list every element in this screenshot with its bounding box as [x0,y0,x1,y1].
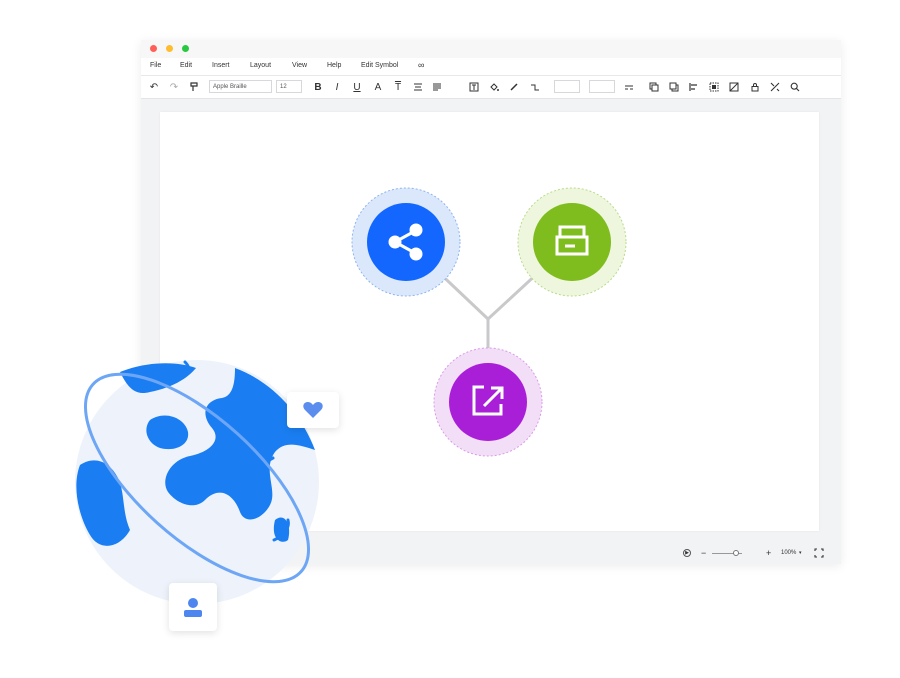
back-icon[interactable] [668,81,680,93]
link-icon[interactable]: ∞ [418,60,424,70]
align-left-icon[interactable] [688,81,700,93]
menu-bar: File Edit Insert Layout View Help Edit S… [141,58,841,76]
text-style-icon[interactable]: T [392,81,404,93]
group-icon[interactable] [708,81,720,93]
font-size-select[interactable]: 12 [276,80,302,93]
heart-card[interactable] [287,392,339,428]
font-color-icon[interactable]: A [372,81,384,93]
line-style-icon[interactable] [623,81,635,93]
zoom-slider-handle[interactable] [733,550,739,556]
align-icon[interactable] [412,81,424,93]
menu-view[interactable]: View [292,62,307,69]
italic-icon[interactable]: I [331,81,343,93]
text-box-icon[interactable] [468,81,480,93]
undo-icon[interactable]: ↶ [148,81,160,93]
line-dash-box[interactable] [589,80,615,93]
heart-icon [303,402,323,418]
format-toolbar: ↶ ↷ Apple Braille 12 B I U A T [141,76,841,99]
menu-edit-symbol[interactable]: Edit Symbol [361,62,398,69]
font-family-select[interactable]: Apple Braille [209,80,272,93]
format-painter-icon[interactable] [188,81,200,93]
drawing-canvas[interactable] [160,112,819,531]
underline-icon[interactable]: U [351,81,363,93]
search-icon[interactable] [789,81,801,93]
front-icon[interactable] [648,81,660,93]
menu-file[interactable]: File [150,62,161,69]
line-color-icon[interactable] [508,81,520,93]
fullscreen-icon[interactable] [814,548,824,558]
user-icon [184,598,202,617]
maximize-window-dot[interactable] [182,45,189,52]
menu-insert[interactable]: Insert [212,62,230,69]
editor-window: File Edit Insert Layout View Help Edit S… [141,40,841,564]
status-bar: ▶ − + 100% ▾ [141,542,841,564]
zoom-out-button[interactable]: − [701,548,706,558]
tools-icon[interactable] [769,81,781,93]
zoom-dropdown-icon[interactable]: ▾ [799,550,802,556]
line-width-box[interactable] [554,80,580,93]
menu-layout[interactable]: Layout [250,62,271,69]
zoom-in-button[interactable]: + [766,548,771,558]
menu-edit[interactable]: Edit [180,62,192,69]
title-bar [141,40,841,58]
close-window-dot[interactable] [150,45,157,52]
fill-icon[interactable] [488,81,500,93]
play-icon[interactable]: ▶ [683,549,691,557]
user-card[interactable] [169,583,217,631]
line-spacing-icon[interactable] [431,81,443,93]
no-fill-icon[interactable] [728,81,740,93]
bold-icon[interactable]: B [312,81,324,93]
menu-help[interactable]: Help [327,62,341,69]
zoom-level[interactable]: 100% [781,550,796,556]
redo-icon[interactable]: ↷ [168,81,180,93]
connector-icon[interactable] [529,81,541,93]
lock-icon[interactable] [749,81,761,93]
minimize-window-dot[interactable] [166,45,173,52]
